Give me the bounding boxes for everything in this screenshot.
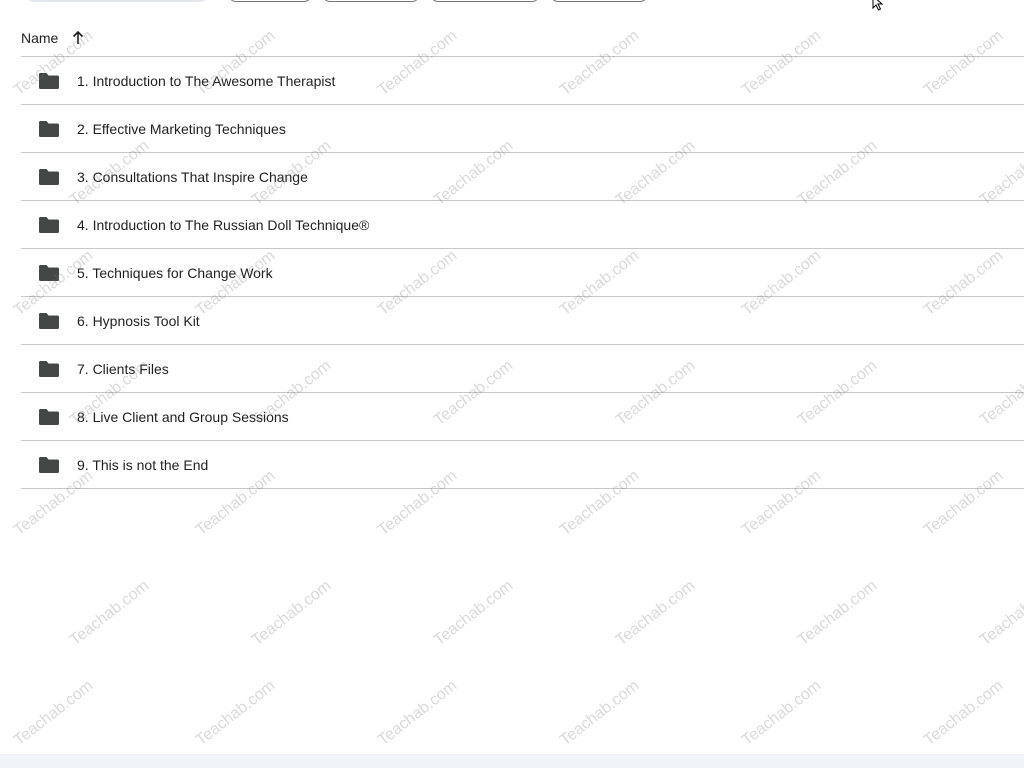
watermark-text: Teachab.com [66, 577, 153, 650]
filter-chip-source[interactable] [550, 0, 648, 2]
folder-row[interactable]: 8. Live Client and Group Sessions [21, 393, 1024, 441]
folder-row[interactable]: 5. Techniques for Change Work [21, 249, 1024, 297]
mouse-cursor-icon [872, 0, 886, 12]
filter-chip-people[interactable] [322, 0, 420, 2]
folder-icon [38, 216, 60, 234]
folder-icon [38, 120, 60, 138]
folder-row[interactable]: 9. This is not the End [21, 441, 1024, 489]
filter-chip-modified[interactable] [430, 0, 540, 2]
folder-icon [38, 360, 60, 378]
watermark-text: Teachab.com [612, 577, 699, 650]
watermark-text: Teachab.com [374, 677, 461, 750]
folder-list: 1. Introduction to The Awesome Therapist… [21, 57, 1024, 489]
filter-chip-type[interactable] [228, 0, 312, 2]
folder-name: 1. Introduction to The Awesome Therapist [77, 72, 336, 89]
file-list-header: Name [21, 20, 1024, 57]
watermark-text: Teachab.com [430, 577, 517, 650]
folder-row[interactable]: 3. Consultations That Inspire Change [21, 153, 1024, 201]
folder-name: 4. Introduction to The Russian Doll Tech… [77, 216, 370, 233]
watermark-text: Teachab.com [976, 577, 1024, 650]
folder-name: 9. This is not the End [77, 456, 209, 473]
folder-name: 3. Consultations That Inspire Change [77, 168, 308, 185]
watermark-text: Teachab.com [10, 677, 97, 750]
folder-name: 8. Live Client and Group Sessions [77, 408, 289, 425]
folder-row[interactable]: 4. Introduction to The Russian Doll Tech… [21, 201, 1024, 249]
bottom-band [0, 754, 1024, 768]
watermark-text: Teachab.com [794, 577, 881, 650]
watermark-text: Teachab.com [738, 677, 825, 750]
watermark-text: Teachab.com [192, 677, 279, 750]
search-bar-edge[interactable] [26, 0, 208, 2]
folder-row[interactable]: 7. Clients Files [21, 345, 1024, 393]
name-column-header[interactable]: Name [21, 30, 58, 46]
watermark-text: Teachab.com [920, 677, 1007, 750]
folder-name: 5. Techniques for Change Work [77, 264, 273, 281]
folder-row[interactable]: 6. Hypnosis Tool Kit [21, 297, 1024, 345]
folder-icon [38, 456, 60, 474]
folder-icon [38, 168, 60, 186]
folder-icon [38, 72, 60, 90]
folder-icon [38, 264, 60, 282]
watermark-text: Teachab.com [556, 677, 643, 750]
folder-name: 7. Clients Files [77, 360, 169, 377]
folder-name: 6. Hypnosis Tool Kit [77, 312, 200, 329]
folder-icon [38, 408, 60, 426]
arrow-up-icon[interactable] [70, 30, 86, 46]
folder-row[interactable]: 2. Effective Marketing Techniques [21, 105, 1024, 153]
watermark-text: Teachab.com [248, 577, 335, 650]
folder-row[interactable]: 1. Introduction to The Awesome Therapist [21, 57, 1024, 105]
folder-name: 2. Effective Marketing Techniques [77, 120, 286, 137]
folder-icon [38, 312, 60, 330]
